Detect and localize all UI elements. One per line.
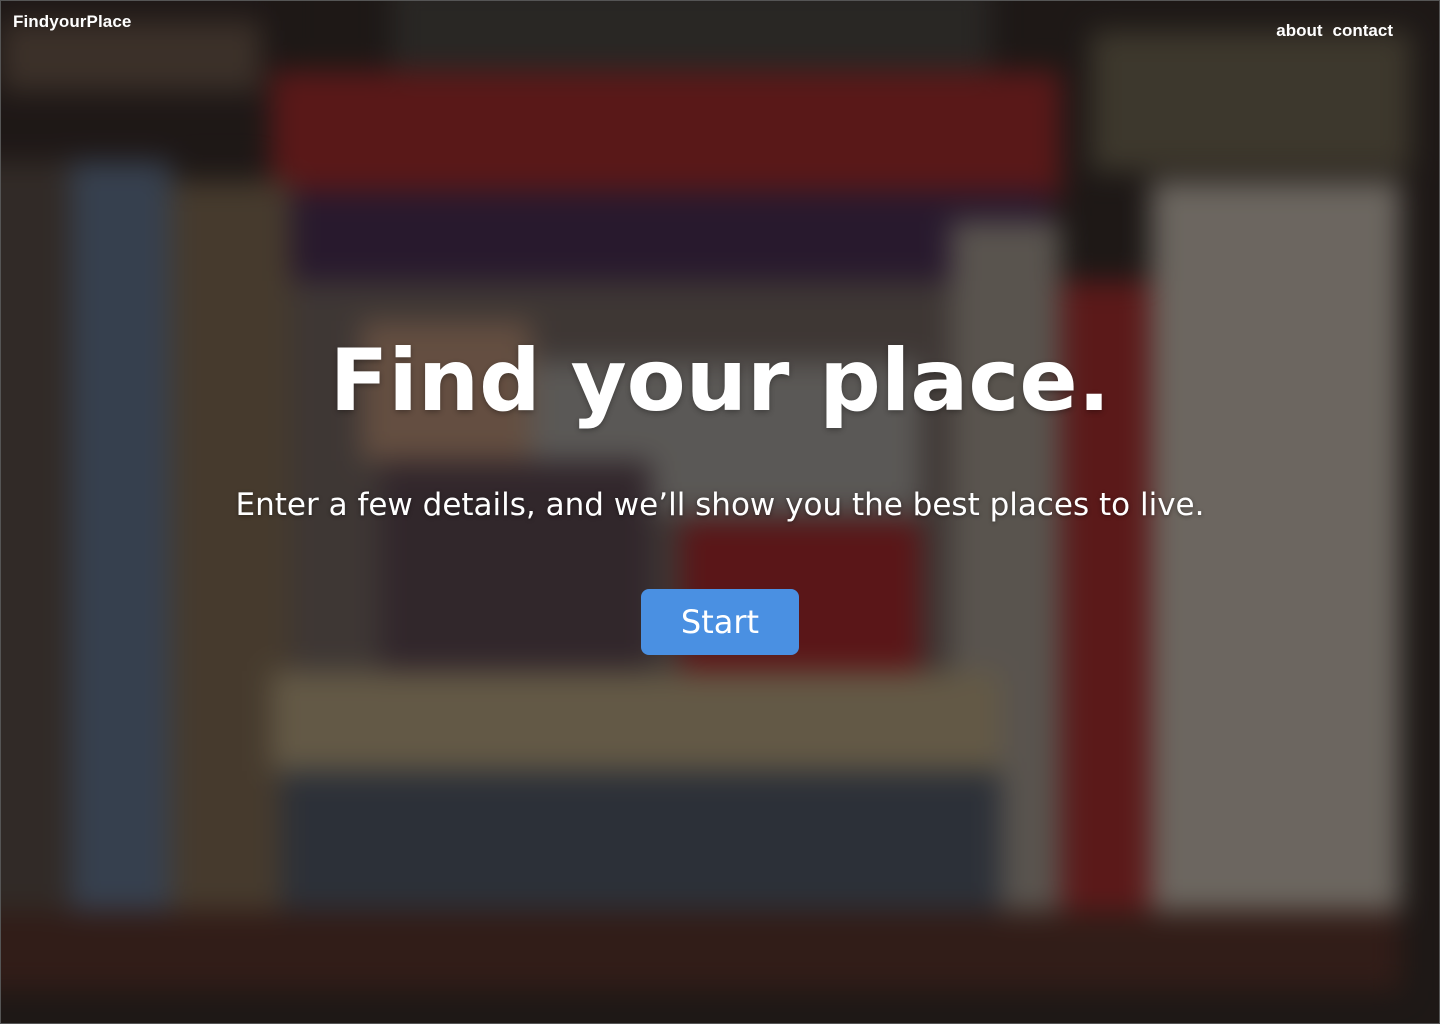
nav-link-contact[interactable]: contact bbox=[1333, 21, 1393, 41]
brand-logo[interactable]: FindyourPlace bbox=[13, 12, 131, 32]
top-navbar: FindyourPlace about contact bbox=[1, 1, 1439, 61]
hero-section: Find your place. Enter a few details, an… bbox=[1, 331, 1439, 655]
hero-title: Find your place. bbox=[329, 331, 1111, 431]
hero-subtitle: Enter a few details, and we’ll show you … bbox=[235, 487, 1205, 523]
nav-link-about[interactable]: about bbox=[1276, 21, 1322, 41]
landing-page: FindyourPlace about contact Find your pl… bbox=[0, 0, 1440, 1024]
nav-links: about contact bbox=[1276, 21, 1393, 41]
start-button[interactable]: Start bbox=[641, 589, 799, 655]
